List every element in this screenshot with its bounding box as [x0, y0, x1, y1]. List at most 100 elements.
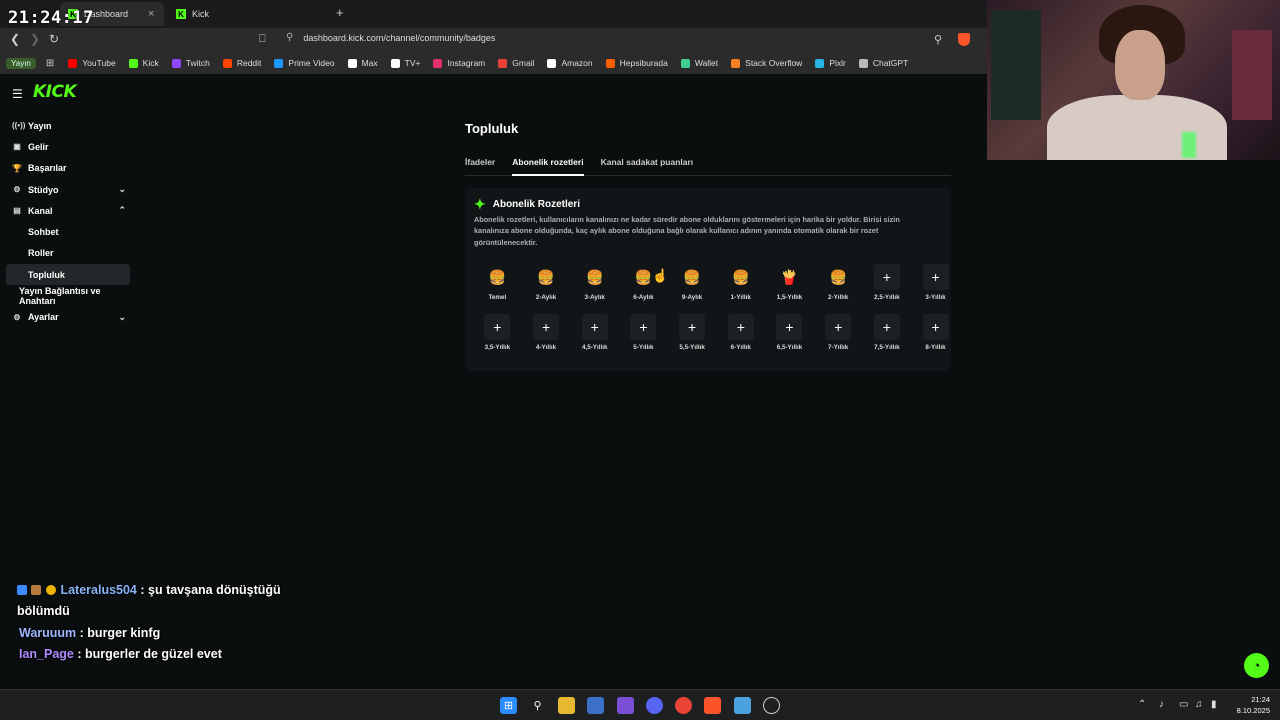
apps-grid-icon[interactable]: ⊞: [46, 58, 54, 69]
support-chat-button[interactable]: ◔: [1244, 653, 1269, 678]
search-icon[interactable]: ⚲: [529, 697, 546, 714]
bookmark-item[interactable]: TV+: [390, 58, 420, 68]
add-badge-icon[interactable]: +: [679, 314, 706, 340]
mic-icon[interactable]: ♪: [1159, 699, 1164, 710]
add-badge-icon[interactable]: +: [922, 264, 949, 290]
sidebar-item[interactable]: ▤ Kanal ⌃: [6, 200, 130, 221]
badge-slot[interactable]: 🍔 1-Yıllık: [716, 264, 765, 302]
burger-badge-icon[interactable]: 🍔: [582, 264, 608, 290]
burger-badge-icon[interactable]: 🍔: [679, 264, 705, 290]
bookmark-item[interactable]: Gmail: [498, 58, 534, 68]
site-settings-icon[interactable]: ⚲: [286, 32, 293, 43]
badge-slot[interactable]: +2,5-Yıllık: [863, 264, 912, 301]
app-icon[interactable]: [617, 697, 634, 714]
file-explorer-icon[interactable]: [558, 697, 575, 714]
app3-icon[interactable]: [763, 697, 780, 714]
bookmark-item[interactable]: Instagram: [433, 58, 485, 68]
add-badge-icon[interactable]: +: [873, 314, 900, 340]
add-badge-icon[interactable]: +: [825, 314, 852, 340]
badge-slot[interactable]: +6,5-Yıllık: [765, 314, 814, 351]
chevron-icon[interactable]: ⌃: [118, 205, 126, 216]
badge-slot[interactable]: 🍔 2-Aylık: [522, 264, 571, 302]
system-clock[interactable]: 21:24 8.10.2025: [1232, 694, 1270, 716]
url-field[interactable]: ⚲ dashboard.kick.com/channel/community/b…: [286, 32, 495, 43]
sidebar-item[interactable]: Roller: [6, 243, 130, 264]
reload-icon[interactable]: ↻: [49, 32, 59, 46]
bookmark-item[interactable]: Pixlr: [815, 58, 846, 68]
sidebar-item[interactable]: ⚙ Stüdyo ⌄: [6, 179, 130, 200]
chrome-icon[interactable]: [675, 697, 692, 714]
volume-icon[interactable]: ♫: [1195, 699, 1203, 710]
burger-badge-icon[interactable]: 🍟: [776, 264, 802, 290]
bookmark-icon[interactable]: ⎕: [259, 33, 266, 46]
sidebar-item[interactable]: Sohbet: [6, 221, 130, 242]
tab-subscription-badges[interactable]: Abonelik rozetleri: [512, 156, 584, 176]
tab-loyalty-points[interactable]: Kanal sadakat puanları: [601, 156, 694, 176]
brave-icon[interactable]: [704, 697, 721, 714]
badge-slot[interactable]: 🍟 1,5-Yıllık: [765, 264, 814, 302]
badge-slot[interactable]: 🍔 9-Aylık: [668, 264, 717, 302]
sidebar-item[interactable]: ((•)) Yayın: [6, 115, 130, 136]
add-badge-icon[interactable]: +: [727, 314, 754, 340]
badge-slot[interactable]: 🍔 3-Aylık: [570, 264, 619, 302]
sidebar-item[interactable]: ▣ Gelir: [6, 136, 130, 157]
back-icon[interactable]: ❮: [10, 32, 20, 46]
menu-icon[interactable]: ☰: [12, 87, 23, 101]
bookmark-item[interactable]: Max: [347, 58, 378, 68]
badge-slot[interactable]: +6-Yıllık: [716, 314, 765, 351]
new-tab-button[interactable]: +: [336, 5, 344, 20]
chevron-icon[interactable]: ⌄: [118, 184, 126, 195]
bookmark-item[interactable]: Kick: [128, 58, 159, 68]
badge-slot[interactable]: +4,5-Yıllık: [570, 314, 619, 351]
battery-icon[interactable]: ▮: [1211, 699, 1217, 710]
app2-icon[interactable]: [734, 697, 751, 714]
badge-slot[interactable]: 🍔 Temel: [473, 264, 522, 302]
bookmark-item[interactable]: Amazon: [547, 58, 593, 68]
sidebar-item[interactable]: Topluluk: [6, 264, 130, 286]
badge-slot[interactable]: +3,5-Yıllık: [473, 314, 522, 351]
zoom-icon[interactable]: ⚲: [934, 33, 942, 46]
burger-badge-icon[interactable]: 🍔: [728, 264, 754, 290]
burger-badge-icon[interactable]: 🍔: [825, 264, 851, 290]
add-badge-icon[interactable]: +: [776, 314, 803, 340]
start-icon[interactable]: ⊞: [500, 697, 517, 714]
bookmark-item[interactable]: Reddit: [222, 58, 261, 68]
sidebar-item[interactable]: Yayın Bağlantısı ve Anahtarı: [6, 285, 130, 306]
bookmark-item[interactable]: Hepsiburada: [605, 58, 668, 68]
badge-slot[interactable]: +7,5-Yıllık: [863, 314, 912, 351]
chevron-icon[interactable]: ⌄: [118, 312, 126, 323]
burger-badge-icon[interactable]: 🍔: [484, 264, 510, 290]
kick-logo[interactable]: KICK: [33, 82, 77, 102]
tab-emotes[interactable]: İfadeler: [465, 156, 495, 176]
add-badge-icon[interactable]: +: [581, 314, 608, 340]
badge-slot[interactable]: +5,5-Yıllık: [668, 314, 717, 351]
network-icon[interactable]: ▭: [1179, 699, 1188, 710]
badge-slot[interactable]: +4-Yıllık: [522, 314, 571, 351]
bookmark-item[interactable]: Wallet: [680, 58, 718, 68]
profile-chip[interactable]: Yayın: [6, 57, 36, 69]
sidebar-item[interactable]: ⚙ Ayarlar ⌄: [6, 307, 130, 328]
add-badge-icon[interactable]: +: [873, 264, 900, 290]
tab-kick[interactable]: K Kick: [168, 2, 318, 26]
store-icon[interactable]: [587, 697, 604, 714]
forward-icon[interactable]: ❯: [30, 32, 40, 46]
add-badge-icon[interactable]: +: [922, 314, 949, 340]
add-badge-icon[interactable]: +: [533, 314, 560, 340]
burger-badge-icon[interactable]: 🍔: [533, 264, 559, 290]
badge-slot[interactable]: 🍔 2-Yıllık: [814, 264, 863, 302]
add-badge-icon[interactable]: +: [630, 314, 657, 340]
discord-icon[interactable]: [646, 697, 663, 714]
badge-slot[interactable]: +8-Yıllık: [911, 314, 960, 351]
badge-slot[interactable]: +7-Yıllık: [814, 314, 863, 351]
sidebar-item[interactable]: 🏆 Başarılar: [6, 158, 130, 179]
bookmark-item[interactable]: ChatGPT: [858, 58, 908, 68]
tray-chevron-icon[interactable]: ⌃: [1138, 699, 1146, 710]
bookmark-item[interactable]: YouTube: [68, 58, 116, 68]
close-tab-icon[interactable]: ×: [148, 8, 154, 20]
badge-slot[interactable]: +3-Yıllık: [911, 264, 960, 301]
add-badge-icon[interactable]: +: [484, 314, 511, 340]
bookmark-item[interactable]: Prime Video: [274, 58, 335, 68]
bookmark-item[interactable]: Twitch: [171, 58, 210, 68]
bookmark-item[interactable]: Stack Overflow: [731, 58, 802, 68]
brave-shield-icon[interactable]: [958, 33, 970, 46]
